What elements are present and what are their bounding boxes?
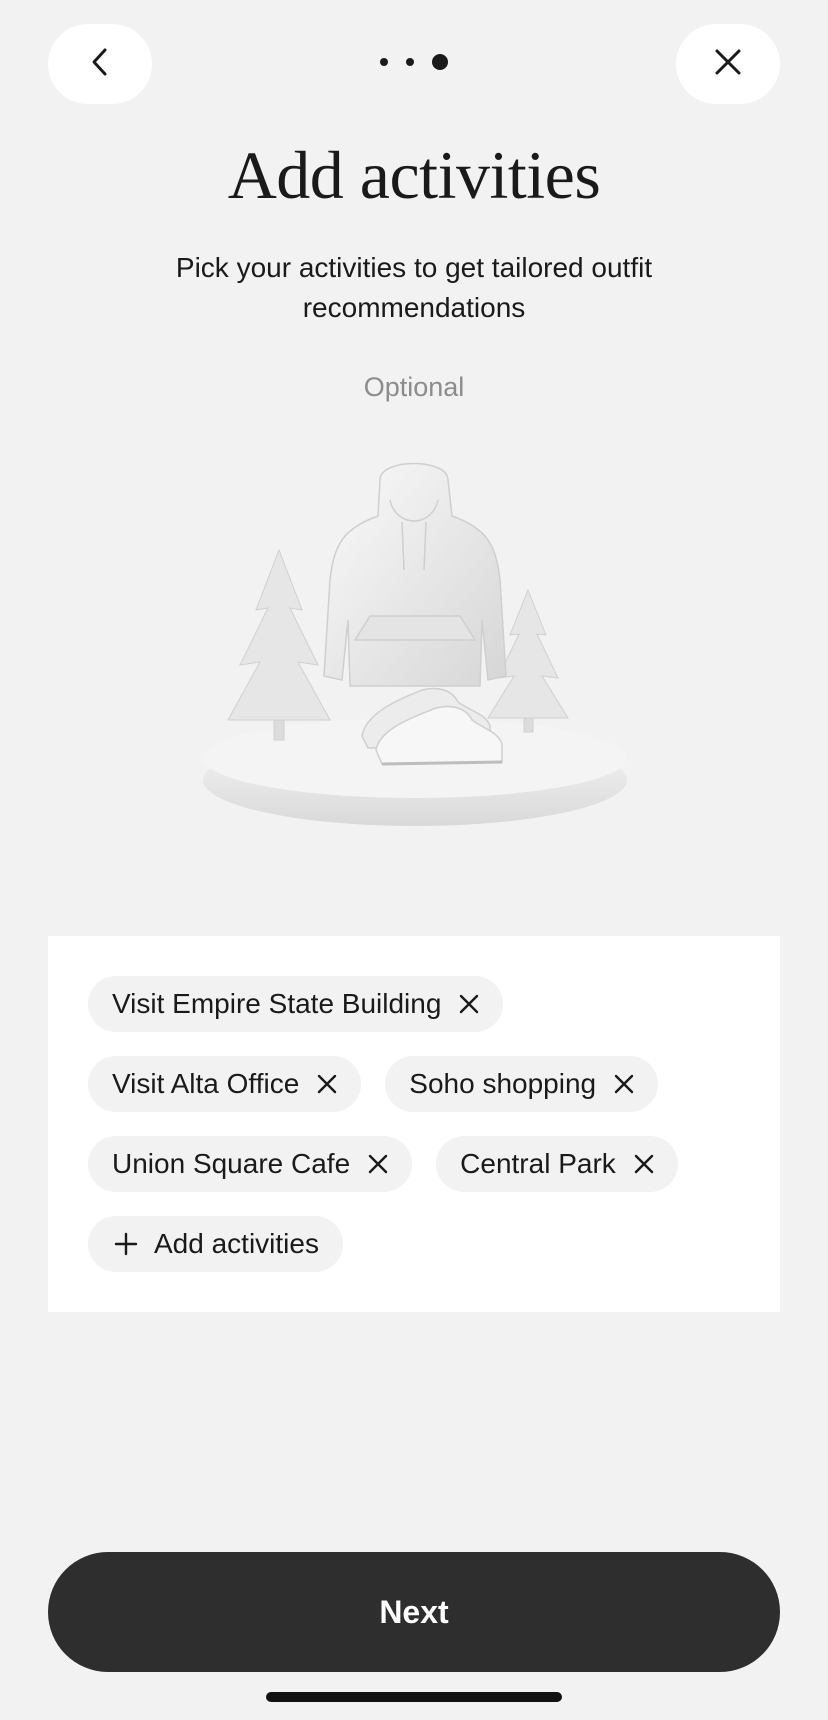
activity-chip[interactable]: Central Park: [436, 1136, 678, 1192]
close-button[interactable]: [676, 24, 780, 104]
hoodie-sneakers-trees-illustration: [190, 450, 640, 840]
close-icon[interactable]: [368, 1154, 388, 1174]
page-subtitle: Pick your activities to get tailored out…: [175, 252, 653, 323]
progress-dot: [380, 58, 388, 66]
chip-row: Visit Alta Office Soho shopping: [88, 1056, 740, 1112]
add-activities-label: Add activities: [154, 1228, 319, 1259]
chip-row: Union Square Cafe Central Park: [88, 1136, 740, 1192]
close-icon[interactable]: [614, 1074, 634, 1094]
chip-row: Add activities: [88, 1216, 740, 1272]
activity-chip-label: Central Park: [460, 1148, 616, 1179]
page-title: Add activities: [227, 137, 601, 213]
activity-chip[interactable]: Visit Alta Office: [88, 1056, 362, 1112]
activity-chip-label: Visit Alta Office: [112, 1068, 300, 1099]
chip-row: Visit Empire State Building: [88, 976, 740, 1032]
plus-icon: [114, 1232, 138, 1256]
close-icon[interactable]: [634, 1154, 654, 1174]
home-indicator: [266, 1692, 562, 1702]
close-icon: [714, 48, 742, 81]
add-activities-button[interactable]: Add activities: [88, 1216, 343, 1272]
activity-chip[interactable]: Visit Empire State Building: [88, 976, 504, 1032]
activity-chip-label: Visit Empire State Building: [112, 988, 442, 1019]
progress-dot: [406, 58, 414, 66]
next-button-label: Next: [379, 1593, 449, 1630]
activity-chip[interactable]: Union Square Cafe: [88, 1136, 413, 1192]
close-icon[interactable]: [317, 1074, 337, 1094]
close-icon[interactable]: [459, 994, 479, 1014]
activity-chip-label: Union Square Cafe: [112, 1148, 351, 1179]
next-button[interactable]: Next: [48, 1552, 780, 1672]
activities-panel: Visit Empire State Building Visit Alta O…: [48, 936, 780, 1312]
activity-chip-label: Soho shopping: [409, 1068, 597, 1099]
progress-dot-active: [432, 54, 448, 70]
optional-label: Optional: [363, 372, 465, 402]
activity-chip[interactable]: Soho shopping: [385, 1056, 659, 1112]
